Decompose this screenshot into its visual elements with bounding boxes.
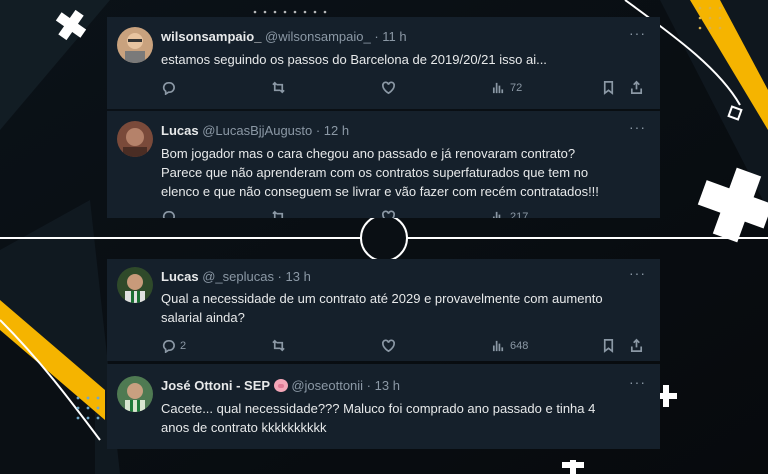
reply-button[interactable] xyxy=(161,209,176,218)
tweet-text: estamos seguindo os passos do Barcelona … xyxy=(161,52,547,67)
bookmark-button[interactable] xyxy=(601,80,616,95)
more-options-icon[interactable]: ··· xyxy=(629,25,646,41)
like-button[interactable] xyxy=(381,80,396,95)
reply-button[interactable] xyxy=(161,80,180,95)
views-button[interactable]: 72 xyxy=(491,80,522,95)
avatar[interactable] xyxy=(117,376,153,412)
reply-count: 2 xyxy=(180,339,187,352)
reply-button[interactable]: 2 xyxy=(161,338,186,353)
tweet-header: José Ottoni - SEP @joseottonii · 13 h xyxy=(161,378,400,393)
author-name[interactable]: José Ottoni - SEP xyxy=(161,378,270,393)
retweet-button[interactable] xyxy=(271,338,286,353)
avatar[interactable] xyxy=(117,27,153,63)
tweet-card[interactable]: Lucas @_seplucas · 13 h ··· Qual a neces… xyxy=(107,259,660,361)
like-button[interactable] xyxy=(381,209,396,218)
retweet-icon xyxy=(272,339,285,352)
views-icon xyxy=(492,82,504,94)
more-options-icon[interactable]: ··· xyxy=(629,374,646,390)
author-handle[interactable]: @LucasBjjAugusto · 12 h xyxy=(202,123,349,138)
author-handle[interactable]: @joseottonii · 13 h xyxy=(291,378,400,393)
reply-icon xyxy=(162,81,175,95)
heart-icon xyxy=(382,210,395,218)
views-button[interactable]: 217 xyxy=(491,209,528,218)
view-count: 648 xyxy=(510,339,529,352)
tweet-card[interactable]: wilsonsampaio_ @wilsonsampaio_ · 11 h ··… xyxy=(107,17,660,109)
retweet-button[interactable] xyxy=(271,209,286,218)
tweet-card[interactable]: Lucas @LucasBjjAugusto · 12 h ··· Bom jo… xyxy=(107,111,660,218)
retweet-icon xyxy=(272,210,284,218)
tweet-card[interactable]: José Ottoni - SEP @joseottonii · 13 h ··… xyxy=(107,364,660,449)
views-button[interactable]: 648 xyxy=(491,338,528,353)
author-name[interactable]: Lucas xyxy=(161,269,199,284)
heart-icon xyxy=(382,81,395,95)
bookmark-icon xyxy=(603,81,614,95)
retweet-icon xyxy=(272,81,285,94)
share-button[interactable] xyxy=(629,80,644,95)
tweet-header: Lucas @_seplucas · 13 h xyxy=(161,269,311,284)
tweet-actions: 72 xyxy=(161,80,651,98)
bookmark-button[interactable] xyxy=(601,338,616,353)
tweet-actions: 217 xyxy=(161,209,651,218)
bookmark-icon xyxy=(603,339,614,353)
tweet-text: Qual a necessidade de um contrato até 20… xyxy=(161,291,603,325)
like-button[interactable] xyxy=(381,338,396,353)
views-icon xyxy=(492,340,504,352)
share-icon xyxy=(630,338,643,352)
tweet-header: Lucas @LucasBjjAugusto · 12 h xyxy=(161,123,349,138)
heart-icon xyxy=(382,339,395,353)
avatar[interactable] xyxy=(117,267,153,303)
tweet-actions: 2 648 xyxy=(161,338,651,356)
tweet-text: Cacete... qual necessidade??? Maluco foi… xyxy=(161,401,596,435)
retweet-button[interactable] xyxy=(271,80,286,95)
author-handle[interactable]: @wilsonsampaio_ · 11 h xyxy=(265,29,407,44)
reply-icon xyxy=(162,339,175,353)
author-name[interactable]: wilsonsampaio_ xyxy=(161,29,261,44)
views-icon xyxy=(492,211,501,218)
avatar[interactable] xyxy=(117,121,153,157)
more-options-icon[interactable]: ··· xyxy=(629,265,646,281)
share-icon xyxy=(630,80,643,94)
tweet-header: wilsonsampaio_ @wilsonsampaio_ · 11 h xyxy=(161,29,407,44)
author-handle[interactable]: @_seplucas · 13 h xyxy=(202,269,311,284)
author-name[interactable]: Lucas xyxy=(161,123,199,138)
share-button[interactable] xyxy=(629,338,644,353)
more-options-icon[interactable]: ··· xyxy=(629,119,646,135)
tweet-text: Bom jogador mas o cara chegou ano passad… xyxy=(161,146,599,199)
pig-emoji-icon xyxy=(273,379,288,392)
reply-icon xyxy=(162,210,175,218)
